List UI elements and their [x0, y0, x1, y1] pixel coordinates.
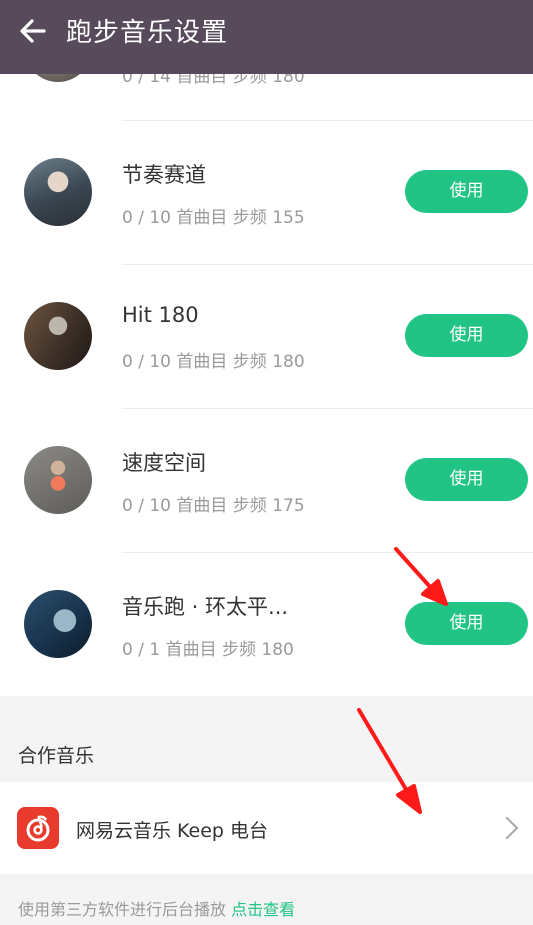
arrow-left-icon: [20, 19, 46, 43]
background-play-note: 使用第三方软件进行后台播放 点击查看: [18, 896, 295, 920]
note-text: 使用第三方软件进行后台播放: [18, 900, 232, 919]
playlist-subtitle: 0 / 10 首曲目 步频 175: [122, 496, 305, 516]
use-button[interactable]: 使用: [405, 170, 528, 213]
playlist-row: 速度空间 0 / 10 首曲目 步频 175 使用: [0, 409, 533, 553]
back-button[interactable]: [18, 14, 62, 54]
view-details-link[interactable]: 点击查看: [231, 900, 295, 919]
section-header-partner-music: 合作音乐: [18, 745, 95, 767]
playlist-title: 音乐跑 · 环太平...: [122, 595, 289, 619]
playlist-row: 音乐跑 · 环太平... 0 / 1 首曲目 步频 180 使用: [0, 553, 533, 697]
page-title: 跑步音乐设置: [66, 18, 229, 48]
use-button[interactable]: 使用: [405, 602, 528, 645]
playlist-title: Hit 180: [122, 303, 199, 327]
playlist-row: Hit 180 0 / 10 首曲目 步频 180 使用: [0, 265, 533, 409]
partner-item-label: 网易云音乐 Keep 电台: [76, 820, 269, 842]
netease-music-icon: [17, 807, 59, 849]
running-music-settings-screen: 0 / 14 首曲目 步频 180 跑步音乐设置 节奏赛道 0 / 10 首曲目…: [0, 0, 533, 925]
playlist-cover: [24, 302, 92, 370]
use-button[interactable]: 使用: [405, 314, 528, 357]
playlist-subtitle: 0 / 1 首曲目 步频 180: [122, 640, 294, 660]
playlist-subtitle: 0 / 10 首曲目 步频 180: [122, 352, 305, 372]
playlist-title: 速度空间: [122, 451, 206, 475]
top-app-bar: 跑步音乐设置: [0, 0, 533, 74]
playlist-row: 节奏赛道 0 / 10 首曲目 步频 155 使用: [0, 121, 533, 265]
playlist-cover: [24, 158, 92, 226]
use-button[interactable]: 使用: [405, 458, 528, 501]
netease-keep-radio-item[interactable]: 网易云音乐 Keep 电台: [0, 782, 533, 874]
playlist-cover: [24, 446, 92, 514]
chevron-right-icon: [506, 817, 518, 839]
playlist-cover: [24, 590, 92, 658]
playlist-subtitle: 0 / 10 首曲目 步频 155: [122, 208, 305, 228]
section-gap: [0, 696, 533, 782]
playlist-title: 节奏赛道: [122, 163, 206, 187]
